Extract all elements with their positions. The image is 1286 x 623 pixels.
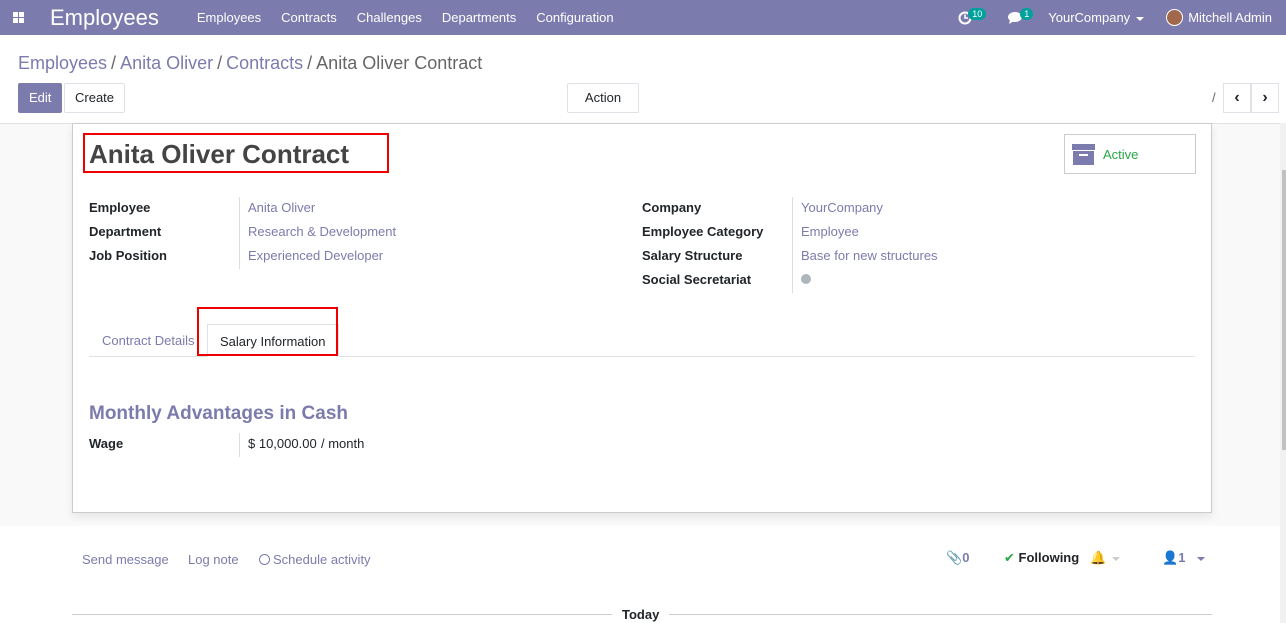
edit-button[interactable]: Edit (18, 83, 63, 113)
wage-value[interactable]: $ 10,000.00 (248, 436, 317, 451)
send-message-button[interactable]: Send message (82, 552, 169, 567)
notification-settings-button[interactable]: 🔔 (1090, 550, 1121, 566)
log-note-button[interactable]: Log note (188, 552, 239, 567)
menu-item-configuration[interactable]: Configuration (526, 0, 623, 35)
social-secretariat-toggle[interactable] (801, 274, 811, 284)
job-position-label: Job Position (89, 248, 167, 263)
department-label: Department (89, 224, 162, 239)
breadcrumb: Employees / Anita Oliver / Contracts / Anita O… (18, 53, 483, 73)
bell-icon: 🔔 (1090, 550, 1107, 565)
salary-structure-value[interactable]: Base for new structures (801, 248, 938, 263)
social-secretariat-label: Social Secretariat (642, 272, 752, 287)
top-navbar: Employees Employees Contracts Challenges… (0, 0, 1286, 35)
schedule-activity-label: Schedule activity (273, 552, 371, 567)
tab-contract-details[interactable]: Contract Details (89, 326, 207, 356)
pager-value: / (1212, 90, 1216, 105)
apps-menu-icon[interactable] (0, 0, 36, 35)
following-label: Following (1018, 550, 1080, 565)
activity-count-badge: 10 (968, 8, 987, 20)
chevron-down-icon (1136, 16, 1145, 21)
chevron-down-icon (1112, 556, 1121, 561)
archive-icon (1072, 143, 1095, 165)
record-title[interactable]: Anita Oliver Contract (89, 139, 349, 170)
pager-next-button[interactable]: › (1251, 83, 1279, 113)
menu-item-employees[interactable]: Employees (187, 0, 271, 35)
breadcrumb-anita-oliver[interactable]: Anita Oliver (120, 53, 213, 73)
chevron-right-icon: › (1262, 89, 1268, 106)
chevron-down-icon (1197, 556, 1206, 561)
create-button[interactable]: Create (64, 83, 126, 113)
breadcrumb-employees[interactable]: Employees (18, 53, 107, 73)
department-value[interactable]: Research & Development (248, 224, 396, 239)
company-switcher[interactable]: YourCompany (1048, 10, 1145, 25)
activity-button[interactable]: 10 (940, 0, 990, 35)
breadcrumb-current: Anita Oliver Contract (316, 53, 483, 73)
followers-count: 1 (1178, 550, 1186, 565)
pager-previous-button[interactable]: ‹ (1223, 83, 1251, 113)
employee-category-value[interactable]: Employee (801, 224, 859, 239)
company-name: YourCompany (1048, 10, 1131, 25)
field-divider (239, 433, 240, 457)
app-name: Employees (50, 4, 159, 30)
wage-label: Wage (89, 436, 124, 451)
menu-item-departments[interactable]: Departments (432, 0, 526, 35)
company-value[interactable]: YourCompany (801, 200, 883, 215)
menu-item-contracts[interactable]: Contracts (271, 0, 347, 35)
attachments-count: 0 (962, 550, 970, 565)
attachments-button[interactable]: 📎0 (946, 550, 969, 566)
active-status-button[interactable]: Active (1064, 134, 1196, 174)
chevron-left-icon: ‹ (1234, 89, 1240, 106)
messaging-button[interactable]: 1 (990, 0, 1040, 35)
message-count-badge: 1 (1020, 8, 1034, 20)
scrollbar-thumb[interactable] (1282, 170, 1286, 450)
wage-unit: / month (321, 436, 365, 451)
company-label: Company (642, 200, 702, 215)
followers-button[interactable]: 👤1 (1162, 550, 1206, 566)
main-menu: Employees Contracts Challenges Departmen… (187, 0, 624, 35)
clock-icon (259, 554, 270, 565)
field-divider (792, 197, 793, 293)
employee-category-label: Employee Category (642, 224, 764, 239)
user-name: Mitchell Admin (1188, 10, 1272, 25)
today-label: Today (612, 607, 670, 622)
employee-value[interactable]: Anita Oliver (248, 200, 315, 215)
action-dropdown[interactable]: Action (567, 83, 639, 129)
avatar (1166, 9, 1184, 26)
tab-highlight-box (197, 307, 338, 356)
status-label: Active (1103, 146, 1139, 162)
paperclip-icon: 📎 (946, 550, 963, 565)
menu-item-challenges[interactable]: Challenges (347, 0, 432, 35)
check-icon: ✔ (1004, 550, 1015, 565)
employee-label: Employee (89, 200, 151, 215)
following-button[interactable]: ✔ Following (1004, 550, 1079, 566)
salary-structure-label: Salary Structure (642, 248, 743, 263)
user-menu[interactable]: Mitchell Admin (1166, 9, 1272, 26)
breadcrumb-contracts[interactable]: Contracts (226, 53, 303, 73)
user-icon: 👤 (1162, 550, 1179, 565)
schedule-activity-button[interactable]: Schedule activity (259, 552, 371, 567)
section-title: Monthly Advantages in Cash (89, 403, 348, 424)
job-position-value[interactable]: Experienced Developer (248, 248, 383, 263)
field-divider (239, 197, 240, 269)
action-label: Action (584, 90, 622, 105)
